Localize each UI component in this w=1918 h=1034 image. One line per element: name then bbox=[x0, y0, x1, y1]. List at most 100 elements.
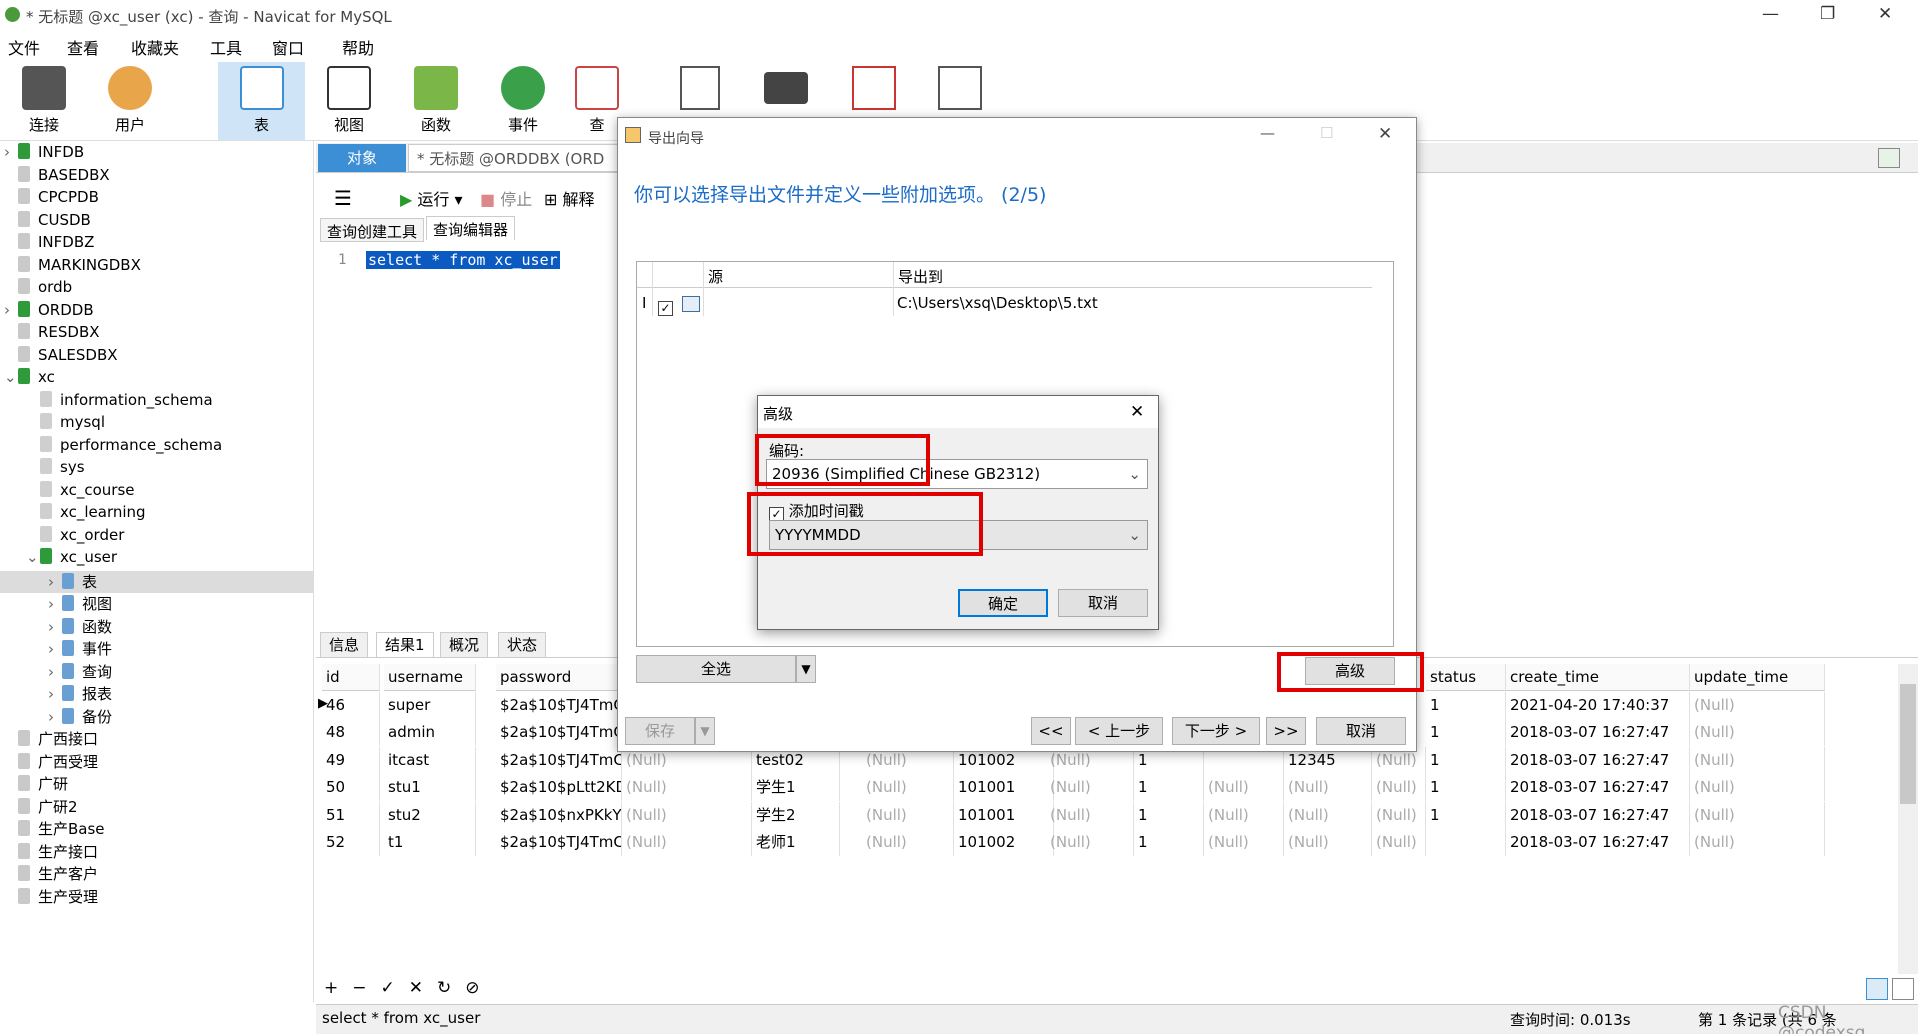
wizard-minimize-icon[interactable]: — bbox=[1260, 124, 1275, 142]
column-header[interactable]: status bbox=[1426, 664, 1506, 691]
table-cell[interactable]: super bbox=[384, 691, 476, 719]
close-icon[interactable]: ✕ bbox=[1878, 4, 1892, 24]
menu-window[interactable]: 窗口 bbox=[272, 35, 304, 59]
table-cell[interactable]: (Null) bbox=[1372, 774, 1426, 801]
table-cell[interactable] bbox=[1426, 829, 1506, 856]
tree-item[interactable]: › 备份 bbox=[48, 706, 112, 728]
table-cell[interactable]: (Null) bbox=[622, 829, 752, 856]
tab-result1[interactable]: 结果1 bbox=[376, 632, 434, 658]
new-tab-icon[interactable] bbox=[1878, 148, 1900, 168]
toolbar-table-button[interactable]: 表 bbox=[218, 62, 305, 140]
tree-item[interactable]: MARKINGDBX bbox=[4, 255, 141, 278]
menu-tools[interactable]: 工具 bbox=[210, 35, 242, 59]
table-cell[interactable]: itcast bbox=[384, 746, 476, 774]
toolbar-query-button[interactable]: 查 bbox=[572, 62, 622, 140]
first-button[interactable]: << bbox=[1031, 717, 1071, 745]
table-cell[interactable]: (Null) bbox=[862, 801, 954, 829]
table-cell[interactable]: stu2 bbox=[384, 801, 476, 829]
column-header[interactable]: username bbox=[384, 664, 476, 691]
grid-view-icon[interactable] bbox=[1866, 978, 1888, 1000]
report-icon[interactable] bbox=[680, 66, 720, 110]
tree-item[interactable]: ordb bbox=[4, 278, 72, 300]
row-checkbox[interactable]: ✓ bbox=[658, 296, 673, 316]
table-cell[interactable]: 2018-03-07 16:27:47 bbox=[1506, 774, 1690, 801]
column-header[interactable]: password bbox=[496, 664, 622, 691]
table-cell[interactable]: $2a$10$pLtt2KDAFpwTWI bbox=[496, 774, 622, 801]
toolbar-function-button[interactable]: 函数 bbox=[398, 62, 474, 140]
table-cell[interactable]: 2021-04-20 17:40:37 bbox=[1506, 691, 1690, 719]
tree-item[interactable]: › 视图 bbox=[48, 593, 112, 615]
chevron-right-icon[interactable]: › bbox=[48, 685, 62, 703]
table-cell[interactable]: (Null) bbox=[1690, 829, 1825, 856]
table-cell[interactable]: 1 bbox=[1426, 774, 1506, 801]
tree-item[interactable]: mysql bbox=[26, 413, 105, 435]
tree-item[interactable]: xc_order bbox=[26, 525, 124, 548]
table-cell[interactable]: 51 bbox=[322, 801, 380, 829]
tab-objects[interactable]: 对象 bbox=[318, 144, 406, 172]
table-cell[interactable]: (Null) bbox=[622, 801, 752, 829]
table-cell[interactable]: $2a$10$TJ4TmCdK.X4wv/ bbox=[496, 829, 622, 856]
backup-icon[interactable] bbox=[764, 72, 808, 104]
menu-hamburger-icon[interactable]: ☰ bbox=[334, 186, 352, 210]
last-button[interactable]: >> bbox=[1266, 717, 1306, 745]
tab-query[interactable]: * 无标题 @ORDDBX (ORD bbox=[408, 144, 618, 172]
table-cell[interactable]: (Null) bbox=[1204, 829, 1284, 856]
table-cell[interactable]: stu1 bbox=[384, 774, 476, 801]
table-cell[interactable]: (Null) bbox=[1372, 801, 1426, 829]
tab-profile[interactable]: 概况 bbox=[440, 632, 489, 658]
table-cell[interactable]: 1 bbox=[1426, 719, 1506, 746]
table-cell[interactable]: 101001 bbox=[954, 774, 1054, 801]
table-cell[interactable]: (Null) bbox=[1046, 801, 1134, 829]
table-cell[interactable]: 学生1 bbox=[752, 774, 840, 801]
table-cell[interactable]: 48 bbox=[322, 719, 380, 746]
chevron-right-icon[interactable]: › bbox=[48, 618, 62, 636]
select-all-dropdown[interactable]: ▼ bbox=[796, 655, 816, 683]
tree-item[interactable]: INFDBZ bbox=[4, 233, 94, 255]
menu-file[interactable]: 文件 bbox=[8, 35, 40, 59]
table-cell[interactable]: (Null) bbox=[1284, 801, 1372, 829]
table-cell[interactable]: 1 bbox=[1134, 774, 1204, 801]
select-all-button[interactable]: 全选 bbox=[636, 655, 796, 683]
table-cell[interactable]: 1 bbox=[1134, 829, 1204, 856]
column-header[interactable]: create_time bbox=[1506, 664, 1690, 691]
table-cell[interactable]: (Null) bbox=[1046, 829, 1134, 856]
tree-item[interactable]: xc_course bbox=[26, 480, 135, 503]
table-cell[interactable]: (Null) bbox=[1284, 829, 1372, 856]
table-cell[interactable]: (Null) bbox=[1690, 719, 1825, 746]
table-cell[interactable]: t1 bbox=[384, 829, 476, 856]
tree-item[interactable]: › INFDB bbox=[4, 143, 84, 165]
scroll-thumb[interactable] bbox=[1900, 684, 1916, 804]
chevron-right-icon[interactable]: › bbox=[48, 595, 62, 613]
tree-item[interactable]: › 事件 bbox=[48, 638, 112, 660]
export-path[interactable]: C:\Users\xsq\Desktop\5.txt bbox=[897, 294, 1098, 312]
form-view-icon[interactable] bbox=[1892, 978, 1914, 1000]
ok-button[interactable]: 确定 bbox=[958, 589, 1048, 617]
table-cell[interactable]: (Null) bbox=[1690, 774, 1825, 801]
tree-item[interactable]: CUSDB bbox=[4, 210, 91, 233]
chevron-right-icon[interactable]: › bbox=[48, 573, 62, 591]
chevron-right-icon[interactable]: › bbox=[48, 708, 62, 726]
run-button[interactable]: ▶ 运行 ▾ bbox=[400, 186, 463, 210]
tree-item[interactable]: sys bbox=[26, 458, 85, 480]
table-cell[interactable]: (Null) bbox=[1690, 691, 1825, 719]
tree-item[interactable]: xc_learning bbox=[26, 503, 146, 525]
toolbar-view-button[interactable]: 视图 bbox=[311, 62, 387, 140]
wizard-close-icon[interactable]: ✕ bbox=[1378, 124, 1392, 144]
table-cell[interactable]: $2a$10$nxPKkYSez7uz2Y( bbox=[496, 801, 622, 829]
chevron-down-icon[interactable]: ⌄ bbox=[26, 548, 40, 566]
table-cell[interactable]: (Null) bbox=[1690, 746, 1825, 774]
table-cell[interactable]: 50 bbox=[322, 774, 380, 801]
tab-query-builder[interactable]: 查询创建工具 bbox=[320, 218, 425, 242]
sql-text[interactable]: select * from xc_user bbox=[366, 251, 560, 269]
table-cell[interactable]: 101002 bbox=[954, 829, 1054, 856]
advanced-cancel-button[interactable]: 取消 bbox=[1058, 589, 1148, 617]
tree-item[interactable]: ⌄ xc_user bbox=[26, 548, 117, 570]
table-cell[interactable]: 101001 bbox=[954, 801, 1054, 829]
table-cell[interactable]: $2a$10$TJ4TmCdK.X4wv/ bbox=[496, 746, 622, 774]
tree-item[interactable]: RESDBX bbox=[4, 323, 100, 345]
model-icon[interactable] bbox=[938, 66, 982, 110]
table-cell[interactable]: (Null) bbox=[1690, 801, 1825, 829]
table-cell[interactable]: (Null) bbox=[1284, 774, 1372, 801]
table-cell[interactable]: 46 bbox=[322, 691, 380, 719]
chevron-right-icon[interactable]: › bbox=[4, 143, 18, 161]
